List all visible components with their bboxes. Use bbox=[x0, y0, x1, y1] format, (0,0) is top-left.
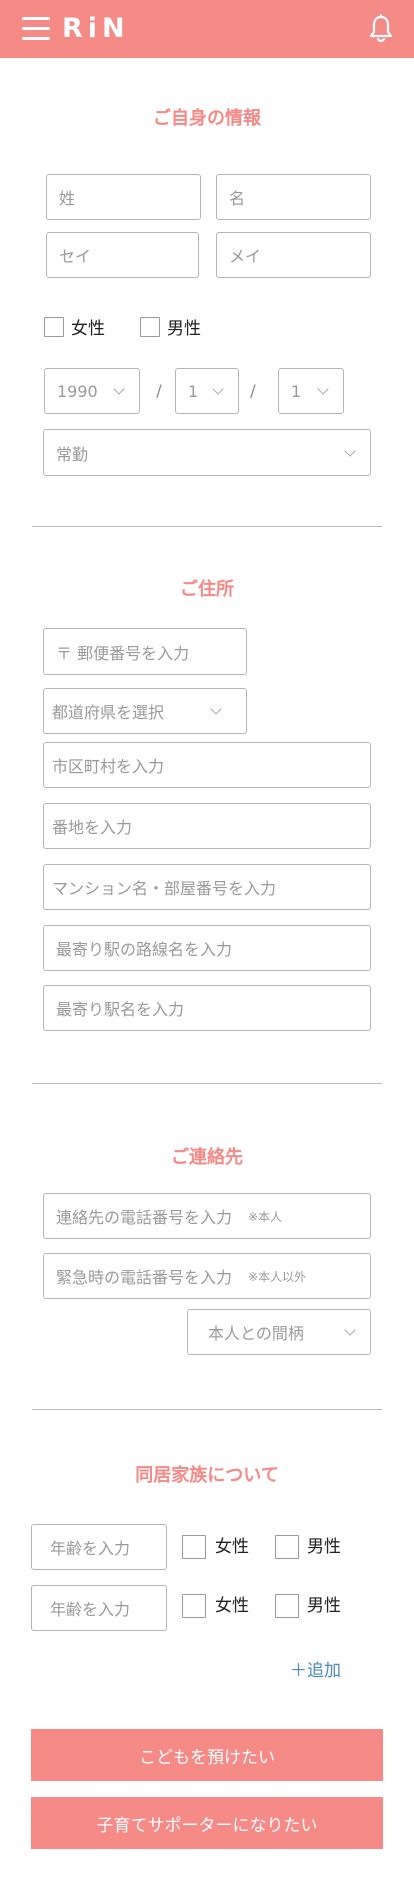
last-name-input[interactable]: 姓 bbox=[46, 174, 201, 220]
prefecture-select[interactable]: 都道府県を選択 bbox=[43, 688, 247, 734]
entrust-child-button[interactable]: こどもを預けたい bbox=[31, 1729, 383, 1781]
bell-icon[interactable] bbox=[368, 13, 394, 44]
employment-type-select[interactable]: 常勤 bbox=[43, 429, 371, 476]
phone-note: ※本人 bbox=[248, 1209, 283, 1224]
section-divider bbox=[32, 1083, 382, 1084]
birth-month-select[interactable]: 1 bbox=[175, 368, 239, 414]
family-member-male-checkbox[interactable] bbox=[275, 1594, 299, 1618]
date-separator: / bbox=[250, 381, 256, 400]
emergency-phone-note: ※本人以外 bbox=[248, 1269, 307, 1284]
first-name-kana-input[interactable]: メイ bbox=[216, 232, 371, 278]
become-supporter-button[interactable]: 子育てサポーターになりたい bbox=[31, 1797, 383, 1849]
emergency-phone-input[interactable]: 緊急時の電話番号を入力 ※本人以外 bbox=[43, 1253, 371, 1299]
address-section-title: ご住所 bbox=[180, 579, 234, 600]
family-member-male-label: 男性 bbox=[307, 1596, 341, 1616]
family-section-title: 同居家族について bbox=[135, 1465, 279, 1486]
date-separator: / bbox=[156, 381, 162, 400]
family-member-male-label: 男性 bbox=[307, 1537, 341, 1557]
family-member-age-input[interactable]: 年齢を入力 bbox=[31, 1524, 167, 1570]
birth-day-select[interactable]: 1 bbox=[278, 368, 344, 414]
relationship-select[interactable]: 本人との間柄 bbox=[187, 1309, 371, 1355]
chevron-down-icon bbox=[344, 1324, 356, 1336]
hamburger-menu-icon[interactable] bbox=[22, 17, 50, 41]
chevron-down-icon bbox=[210, 703, 222, 715]
gender-male-checkbox[interactable] bbox=[140, 317, 160, 337]
profile-section-title: ご自身の情報 bbox=[153, 108, 261, 129]
add-family-member-link[interactable]: ＋追加 bbox=[290, 1659, 341, 1683]
family-member-age-input[interactable]: 年齢を入力 bbox=[31, 1585, 167, 1631]
family-member-female-label: 女性 bbox=[215, 1596, 249, 1616]
first-name-input[interactable]: 名 bbox=[216, 174, 371, 220]
family-member-male-checkbox[interactable] bbox=[275, 1535, 299, 1559]
nearest-line-input[interactable]: 最寄り駅の路線名を入力 bbox=[43, 925, 371, 971]
last-name-kana-input[interactable]: セイ bbox=[46, 232, 199, 278]
chevron-down-icon bbox=[344, 444, 356, 457]
building-room-input[interactable]: マンション名・部屋番号を入力 bbox=[43, 864, 371, 910]
section-divider bbox=[32, 526, 382, 527]
street-address-input[interactable]: 番地を入力 bbox=[43, 803, 371, 849]
gender-female-checkbox[interactable] bbox=[44, 317, 64, 337]
gender-female-label: 女性 bbox=[71, 319, 105, 339]
family-member-female-label: 女性 bbox=[215, 1537, 249, 1557]
birth-year-select[interactable]: 1990 bbox=[44, 368, 140, 414]
contact-section-title: ご連絡先 bbox=[171, 1147, 243, 1168]
nearest-station-input[interactable]: 最寄り駅名を入力 bbox=[43, 985, 371, 1031]
phone-number-input[interactable]: 連絡先の電話番号を入力 ※本人 bbox=[43, 1193, 371, 1239]
app-logo: RiN bbox=[62, 13, 130, 44]
city-input[interactable]: 市区町村を入力 bbox=[43, 742, 371, 788]
gender-male-label: 男性 bbox=[167, 319, 201, 339]
family-member-female-checkbox[interactable] bbox=[182, 1594, 206, 1618]
postal-code-input[interactable]: 〒 郵便番号を入力 bbox=[43, 628, 247, 675]
chevron-down-icon bbox=[212, 383, 224, 395]
section-divider bbox=[32, 1409, 382, 1410]
chevron-down-icon bbox=[317, 383, 329, 395]
family-member-female-checkbox[interactable] bbox=[182, 1535, 206, 1559]
chevron-down-icon bbox=[113, 383, 125, 395]
